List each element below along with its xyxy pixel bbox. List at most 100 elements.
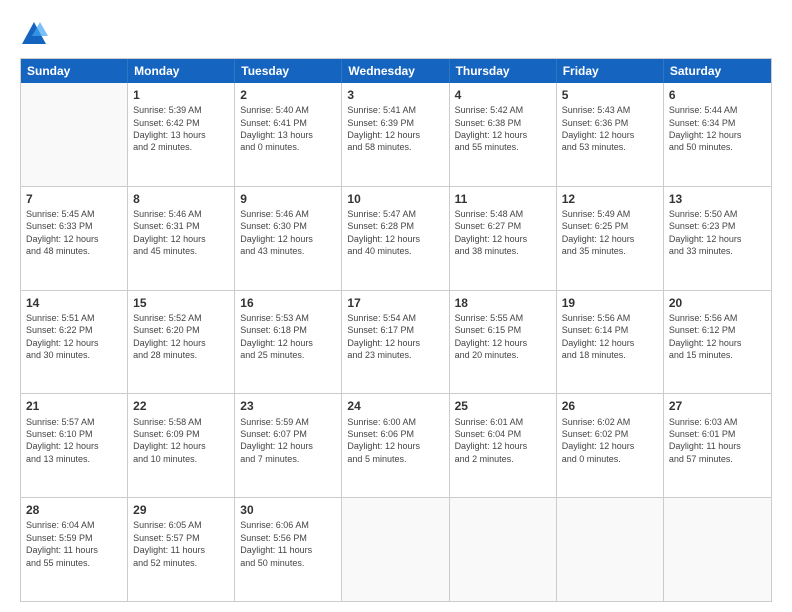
- calendar-cell: 24 Sunrise: 6:00 AMSunset: 6:06 PMDayligh…: [342, 394, 449, 497]
- cell-info: Sunrise: 5:42 AMSunset: 6:38 PMDaylight:…: [455, 104, 551, 154]
- day-number: 17: [347, 295, 443, 311]
- day-number: 25: [455, 398, 551, 414]
- day-number: 28: [26, 502, 122, 518]
- cell-info: Sunrise: 5:47 AMSunset: 6:28 PMDaylight:…: [347, 208, 443, 258]
- calendar-body: 1Sunrise: 5:39 AMSunset: 6:42 PMDaylight…: [21, 83, 771, 601]
- calendar-cell: 21 Sunrise: 5:57 AMSunset: 6:10 PMDayligh…: [21, 394, 128, 497]
- header: [20, 18, 772, 48]
- day-number: 11: [455, 191, 551, 207]
- weekday-header: Wednesday: [342, 59, 449, 83]
- cell-info: Sunrise: 6:06 AMSunset: 5:56 PMDaylight:…: [240, 519, 336, 569]
- day-number: 7: [26, 191, 122, 207]
- day-number: 24: [347, 398, 443, 414]
- day-number: 3: [347, 87, 443, 103]
- cell-info: Sunrise: 5:39 AMSunset: 6:42 PMDaylight:…: [133, 104, 229, 154]
- day-number: 14: [26, 295, 122, 311]
- calendar-row: 28Sunrise: 6:04 AMSunset: 5:59 PMDayligh…: [21, 498, 771, 601]
- calendar: SundayMondayTuesdayWednesdayThursdayFrid…: [20, 58, 772, 602]
- calendar-cell: 13Sunrise: 5:50 AMSunset: 6:23 PMDayligh…: [664, 187, 771, 290]
- calendar-cell: 1Sunrise: 5:39 AMSunset: 6:42 PMDaylight…: [128, 83, 235, 186]
- calendar-header: SundayMondayTuesdayWednesdayThursdayFrid…: [21, 59, 771, 83]
- calendar-row: 14Sunrise: 5:51 AMSunset: 6:22 PMDayligh…: [21, 291, 771, 395]
- cell-info: Sunrise: 5:51 AMSunset: 6:22 PMDaylight:…: [26, 312, 122, 362]
- calendar-cell: 4Sunrise: 5:42 AMSunset: 6:38 PMDaylight…: [450, 83, 557, 186]
- day-number: 23: [240, 398, 336, 414]
- calendar-row: 7Sunrise: 5:45 AMSunset: 6:33 PMDaylight…: [21, 187, 771, 291]
- calendar-cell: 6Sunrise: 5:44 AMSunset: 6:34 PMDaylight…: [664, 83, 771, 186]
- weekday-header: Tuesday: [235, 59, 342, 83]
- logo-icon: [20, 20, 48, 48]
- page: SundayMondayTuesdayWednesdayThursdayFrid…: [0, 0, 792, 612]
- day-number: 13: [669, 191, 766, 207]
- calendar-cell: 10Sunrise: 5:47 AMSunset: 6:28 PMDayligh…: [342, 187, 449, 290]
- calendar-cell: 7Sunrise: 5:45 AMSunset: 6:33 PMDaylight…: [21, 187, 128, 290]
- cell-info: Sunrise: 5:44 AMSunset: 6:34 PMDaylight:…: [669, 104, 766, 154]
- cell-info: Sunrise: 5:52 AMSunset: 6:20 PMDaylight:…: [133, 312, 229, 362]
- cell-info: Sunrise: 5:48 AMSunset: 6:27 PMDaylight:…: [455, 208, 551, 258]
- cell-info: Sunrise: 6:04 AMSunset: 5:59 PMDaylight:…: [26, 519, 122, 569]
- day-number: 30: [240, 502, 336, 518]
- calendar-cell: 14Sunrise: 5:51 AMSunset: 6:22 PMDayligh…: [21, 291, 128, 394]
- day-number: 27: [669, 398, 766, 414]
- day-number: 12: [562, 191, 658, 207]
- cell-info: Sunrise: 5:55 AMSunset: 6:15 PMDaylight:…: [455, 312, 551, 362]
- day-number: 10: [347, 191, 443, 207]
- cell-info: Sunrise: 5:41 AMSunset: 6:39 PMDaylight:…: [347, 104, 443, 154]
- day-number: 18: [455, 295, 551, 311]
- cell-info: Sunrise: 5:49 AMSunset: 6:25 PMDaylight:…: [562, 208, 658, 258]
- calendar-row: 21 Sunrise: 5:57 AMSunset: 6:10 PMDayligh…: [21, 394, 771, 498]
- calendar-cell: 30Sunrise: 6:06 AMSunset: 5:56 PMDayligh…: [235, 498, 342, 601]
- cell-info: Sunrise: 5:54 AMSunset: 6:17 PMDaylight:…: [347, 312, 443, 362]
- calendar-cell: 23 Sunrise: 5:59 AMSunset: 6:07 PMDayligh…: [235, 394, 342, 497]
- calendar-cell: 8Sunrise: 5:46 AMSunset: 6:31 PMDaylight…: [128, 187, 235, 290]
- cell-info: Sunrise: 5:45 AMSunset: 6:33 PMDaylight:…: [26, 208, 122, 258]
- cell-info: Sunrise: 6:00 AMSunset: 6:06 PMDaylight:…: [347, 416, 443, 466]
- day-number: 15: [133, 295, 229, 311]
- calendar-cell: [21, 83, 128, 186]
- calendar-cell: [450, 498, 557, 601]
- day-number: 9: [240, 191, 336, 207]
- calendar-cell: 9Sunrise: 5:46 AMSunset: 6:30 PMDaylight…: [235, 187, 342, 290]
- cell-info: Sunrise: 5:43 AMSunset: 6:36 PMDaylight:…: [562, 104, 658, 154]
- day-number: 5: [562, 87, 658, 103]
- cell-info: Sunrise: 5:53 AMSunset: 6:18 PMDaylight:…: [240, 312, 336, 362]
- cell-info: Sunrise: 5:57 AMSunset: 6:10 PMDaylight:…: [26, 416, 122, 466]
- calendar-cell: 22 Sunrise: 5:58 AMSunset: 6:09 PMDayligh…: [128, 394, 235, 497]
- calendar-cell: [664, 498, 771, 601]
- logo: [20, 18, 52, 48]
- calendar-cell: 2Sunrise: 5:40 AMSunset: 6:41 PMDaylight…: [235, 83, 342, 186]
- day-number: 16: [240, 295, 336, 311]
- cell-info: Sunrise: 6:01 AMSunset: 6:04 PMDaylight:…: [455, 416, 551, 466]
- day-number: 6: [669, 87, 766, 103]
- cell-info: Sunrise: 6:03 AMSunset: 6:01 PMDaylight:…: [669, 416, 766, 466]
- calendar-cell: 3Sunrise: 5:41 AMSunset: 6:39 PMDaylight…: [342, 83, 449, 186]
- cell-info: Sunrise: 5:56 AMSunset: 6:14 PMDaylight:…: [562, 312, 658, 362]
- day-number: 22: [133, 398, 229, 414]
- calendar-cell: [342, 498, 449, 601]
- calendar-cell: 29Sunrise: 6:05 AMSunset: 5:57 PMDayligh…: [128, 498, 235, 601]
- weekday-header: Saturday: [664, 59, 771, 83]
- calendar-cell: 28Sunrise: 6:04 AMSunset: 5:59 PMDayligh…: [21, 498, 128, 601]
- cell-info: Sunrise: 5:58 AMSunset: 6:09 PMDaylight:…: [133, 416, 229, 466]
- calendar-cell: 18Sunrise: 5:55 AMSunset: 6:15 PMDayligh…: [450, 291, 557, 394]
- calendar-cell: 5Sunrise: 5:43 AMSunset: 6:36 PMDaylight…: [557, 83, 664, 186]
- calendar-row: 1Sunrise: 5:39 AMSunset: 6:42 PMDaylight…: [21, 83, 771, 187]
- weekday-header: Friday: [557, 59, 664, 83]
- calendar-cell: 19Sunrise: 5:56 AMSunset: 6:14 PMDayligh…: [557, 291, 664, 394]
- cell-info: Sunrise: 5:50 AMSunset: 6:23 PMDaylight:…: [669, 208, 766, 258]
- calendar-cell: 25 Sunrise: 6:01 AMSunset: 6:04 PMDayligh…: [450, 394, 557, 497]
- calendar-cell: 27 Sunrise: 6:03 AMSunset: 6:01 PMDayligh…: [664, 394, 771, 497]
- day-number: 29: [133, 502, 229, 518]
- cell-info: Sunrise: 6:05 AMSunset: 5:57 PMDaylight:…: [133, 519, 229, 569]
- cell-info: Sunrise: 5:56 AMSunset: 6:12 PMDaylight:…: [669, 312, 766, 362]
- calendar-cell: 11Sunrise: 5:48 AMSunset: 6:27 PMDayligh…: [450, 187, 557, 290]
- day-number: 4: [455, 87, 551, 103]
- cell-info: Sunrise: 5:46 AMSunset: 6:30 PMDaylight:…: [240, 208, 336, 258]
- weekday-header: Monday: [128, 59, 235, 83]
- calendar-cell: 12Sunrise: 5:49 AMSunset: 6:25 PMDayligh…: [557, 187, 664, 290]
- day-number: 21: [26, 398, 122, 414]
- cell-info: Sunrise: 5:59 AMSunset: 6:07 PMDaylight:…: [240, 416, 336, 466]
- day-number: 26: [562, 398, 658, 414]
- calendar-cell: 16Sunrise: 5:53 AMSunset: 6:18 PMDayligh…: [235, 291, 342, 394]
- calendar-cell: 26Sunrise: 6:02 AMSunset: 6:02 PMDayligh…: [557, 394, 664, 497]
